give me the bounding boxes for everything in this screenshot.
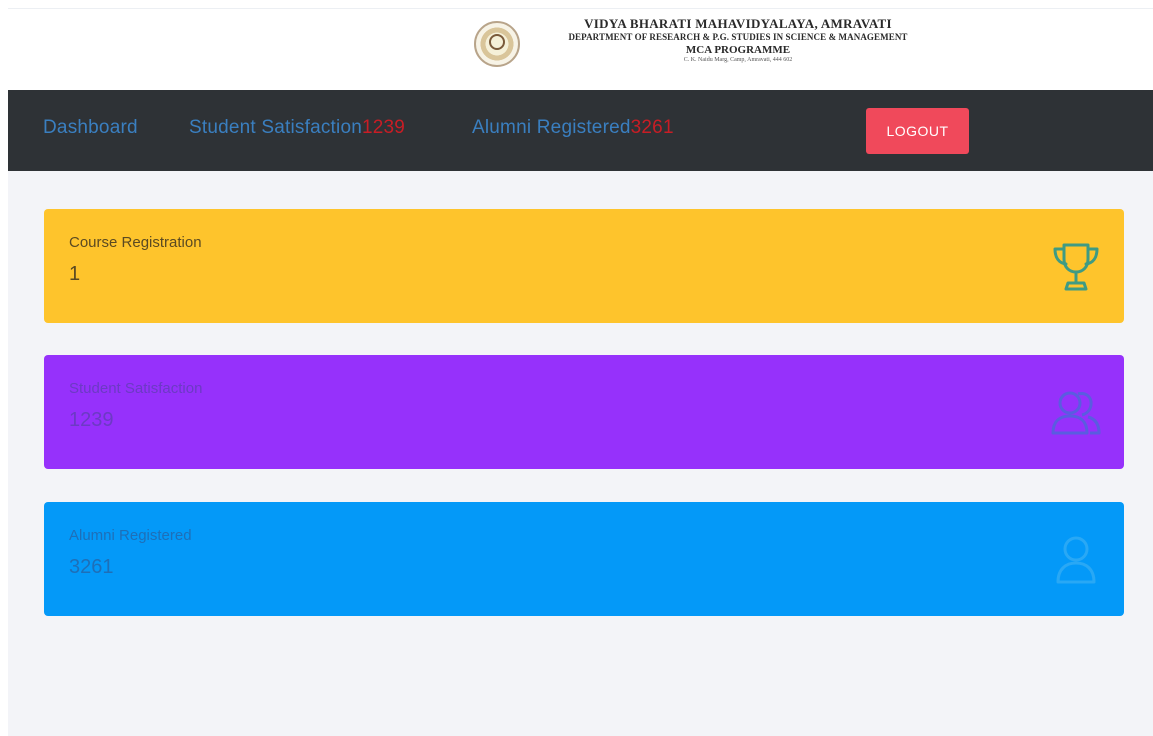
nav-alumni-registered[interactable]: Alumni Registered3261 (472, 117, 674, 139)
nav-student-satisfaction-label: Student Satisfaction (189, 117, 362, 138)
site-header: VIDYA BHARATI MAHAVIDYALAYA, AMRAVATI DE… (8, 8, 1153, 91)
nav-alumni-registered-count: 3261 (630, 117, 674, 138)
nav-student-satisfaction[interactable]: Student Satisfaction1239 (189, 117, 405, 139)
card-value: 3261 (69, 556, 114, 578)
course-registration-card[interactable]: Course Registration 1 (44, 209, 1124, 323)
college-logo-icon (474, 21, 520, 67)
user-icon (1056, 536, 1096, 584)
card-label: Alumni Registered (69, 527, 192, 544)
nav-dashboard[interactable]: Dashboard (43, 117, 138, 139)
nav-alumni-registered-label: Alumni Registered (472, 117, 631, 138)
alumni-registered-card[interactable]: Alumni Registered 3261 (44, 502, 1124, 616)
college-address: C. K. Naidu Marg, Camp, Amravati, 444 60… (683, 56, 793, 63)
card-value: 1 (69, 263, 81, 285)
nav-student-satisfaction-count: 1239 (362, 117, 406, 138)
trophy-icon (1053, 243, 1099, 291)
users-icon (1051, 391, 1101, 435)
programme-name: MCA PROGRAMME (685, 44, 791, 57)
card-label: Course Registration (69, 234, 202, 251)
logout-button[interactable]: LOGOUT (866, 108, 969, 154)
dashboard-content: Course Registration 1 Student Satisfacti… (8, 171, 1153, 736)
department-name: DEPARTMENT OF RESEARCH & P.G. STUDIES IN… (568, 31, 908, 42)
header-text: VIDYA BHARATI MAHAVIDYALAYA, AMRAVATI DE… (528, 16, 948, 64)
card-label: Student Satisfaction (69, 380, 203, 397)
card-value: 1239 (69, 409, 114, 431)
college-title: VIDYA BHARATI MAHAVIDYALAYA, AMRAVATI (584, 16, 892, 31)
page: VIDYA BHARATI MAHAVIDYALAYA, AMRAVATI DE… (0, 0, 1153, 736)
navbar: Dashboard Student Satisfaction1239 Alumn… (8, 90, 1153, 171)
student-satisfaction-card[interactable]: Student Satisfaction 1239 (44, 355, 1124, 469)
